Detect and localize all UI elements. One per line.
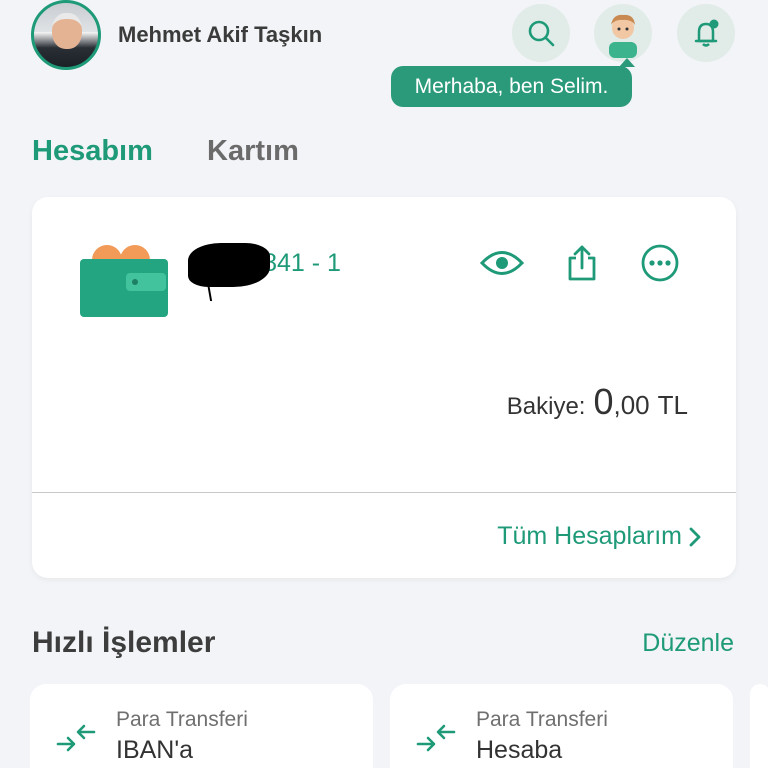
more-options-button[interactable] [638,241,682,285]
wallet-icon [80,241,170,319]
all-accounts-link[interactable]: Tüm Hesaplarım [497,522,682,551]
balance: Bakiye: 0 ,00 TL [507,381,688,423]
search-button[interactable] [512,4,570,62]
assistant-avatar-icon [609,14,637,58]
notifications-button[interactable] [677,4,735,62]
quick-action-account-transfer[interactable]: Para Transferi Hesaba [390,684,733,768]
edit-quick-actions-link[interactable]: Düzenle [642,629,734,658]
user-avatar[interactable] [31,0,101,70]
card-divider [32,492,736,493]
quick-action-subtitle: Para Transferi [476,708,608,731]
balance-label: Bakiye: [506,393,586,420]
quick-actions-title: Hızlı İşlemler [32,626,216,659]
assistant-button[interactable] [594,4,652,62]
balance-currency: TL [657,390,688,420]
transfer-arrows-icon [416,724,456,752]
account-card[interactable]: 9■■■0841 - 1 Bakiye: 0 ,00 TL Tüm Hesapl… [32,197,736,578]
header: Mehmet Akif Taşkın [0,0,768,70]
chevron-right-icon[interactable] [688,526,702,548]
quick-action-title: Hesaba [476,736,563,764]
share-button[interactable] [560,241,604,285]
transfer-arrows-icon [56,724,96,752]
quick-action-next-card[interactable] [750,684,768,768]
more-icon [641,244,679,282]
balance-integer: 0 [593,381,614,422]
avatar-face [52,13,82,49]
quick-action-iban-transfer[interactable]: Para Transferi IBAN'a [30,684,373,768]
search-icon [528,20,555,47]
share-icon [568,245,596,281]
quick-action-title: IBAN'a [116,736,194,764]
show-balance-button[interactable] [480,241,524,285]
assistant-greeting-tooltip[interactable]: Merhaba, ben Selim. [391,58,635,107]
quick-action-subtitle: Para Transferi [116,708,248,731]
user-name: Mehmet Akif Taşkın [118,22,323,47]
eye-icon [480,251,524,275]
bell-icon [694,19,719,47]
redaction-mark [188,243,270,287]
balance-decimal: ,00 [613,390,650,420]
tab-kartim[interactable]: Kartım [207,135,299,168]
tab-hesabim[interactable]: Hesabım [32,135,153,168]
